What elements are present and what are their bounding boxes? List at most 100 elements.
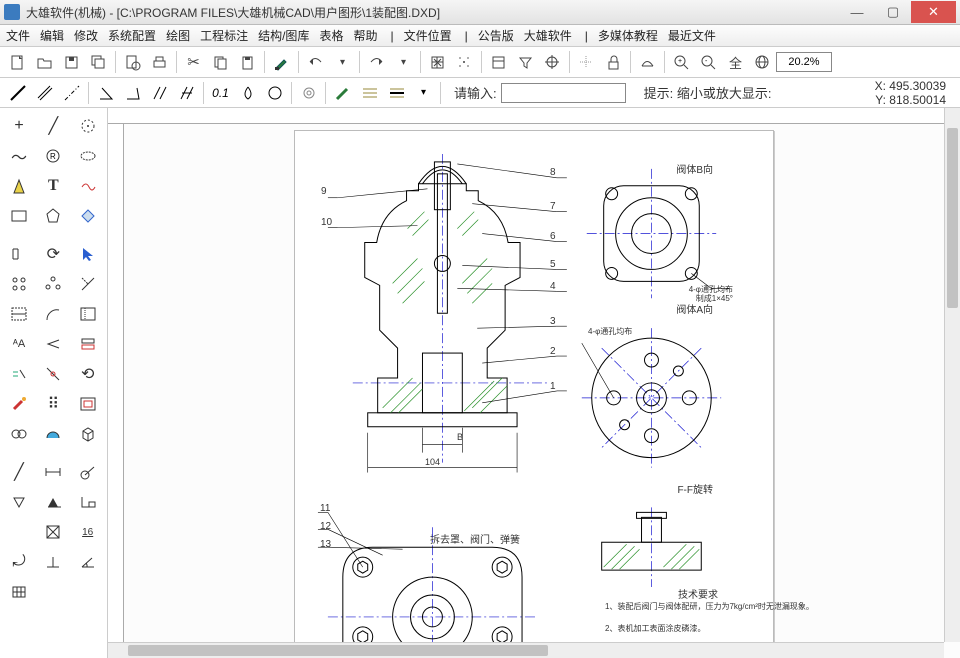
line-solid-icon[interactable] — [4, 80, 31, 106]
rect-icon[interactable] — [3, 202, 35, 230]
thickness-icon[interactable]: ▾ — [410, 80, 437, 106]
pointer-icon[interactable] — [72, 240, 104, 268]
dim-r-icon[interactable] — [72, 458, 104, 486]
refresh-icon[interactable]: ⟳ — [37, 240, 69, 268]
crosshair-icon[interactable] — [573, 49, 600, 75]
save-all-icon[interactable] — [85, 49, 112, 75]
angle-icon[interactable] — [92, 80, 119, 106]
maximize-button[interactable]: ▢ — [875, 1, 911, 23]
boundary-icon[interactable] — [72, 300, 104, 328]
layers-icon[interactable] — [485, 49, 512, 75]
circle-r-icon[interactable]: R — [37, 142, 69, 170]
measure-icon[interactable] — [634, 49, 661, 75]
dim-h-icon[interactable] — [37, 458, 69, 486]
line-w-icon[interactable]: ╱ — [3, 458, 35, 486]
menu-config[interactable]: 系统配置 — [108, 27, 156, 44]
canvas[interactable]: 阀体B向 阀体A向 F-F旋转 拆去罩、阀门、弹簧 技术要求 1、装配后阀门与阀… — [108, 108, 960, 658]
arc-icon[interactable] — [37, 300, 69, 328]
paste-icon[interactable] — [234, 49, 261, 75]
edge-icon[interactable] — [72, 270, 104, 298]
eq-line-icon[interactable] — [3, 360, 35, 388]
menu-dxsoft[interactable]: 大雄软件 — [524, 27, 572, 44]
rot-a-icon[interactable]: ᴬA — [3, 330, 35, 358]
route-icon[interactable] — [3, 300, 35, 328]
cube-icon[interactable] — [72, 420, 104, 448]
minimize-button[interactable]: — — [839, 1, 875, 23]
paint-icon[interactable] — [3, 390, 35, 418]
wave-icon[interactable]: 〜 — [3, 142, 35, 170]
star-select-icon[interactable] — [451, 49, 478, 75]
oval-01-icon[interactable]: 0.1 — [207, 80, 234, 106]
lock-icon[interactable] — [600, 49, 627, 75]
crossbox-icon[interactable] — [37, 518, 69, 546]
undo-step-icon[interactable]: ▾ — [329, 49, 356, 75]
close-button[interactable]: ✕ — [911, 1, 956, 23]
lines-center-icon[interactable] — [383, 80, 410, 106]
redo-icon[interactable] — [363, 49, 390, 75]
parallel-b-icon[interactable] — [173, 80, 200, 106]
lines-3-icon[interactable] — [356, 80, 383, 106]
menu-draw[interactable]: 绘图 — [166, 27, 190, 44]
l-box-icon[interactable] — [72, 488, 104, 516]
undo-icon[interactable] — [302, 49, 329, 75]
tri-dn-icon[interactable] — [3, 488, 35, 516]
rotate-icon[interactable]: ⤾ — [3, 548, 35, 576]
text-icon[interactable]: T — [37, 172, 69, 200]
diamond-icon[interactable] — [72, 202, 104, 230]
print-preview-icon[interactable] — [119, 49, 146, 75]
gear-icon[interactable] — [295, 80, 322, 106]
zoom-all-icon[interactable]: 全 — [722, 49, 749, 75]
menu-modify[interactable]: 修改 — [74, 27, 98, 44]
angle-r-icon[interactable] — [119, 80, 146, 106]
menu-struct[interactable]: 结构/图库 — [258, 27, 309, 44]
zoom-in-icon[interactable]: + — [668, 49, 695, 75]
redo-step-icon[interactable]: ▾ — [390, 49, 417, 75]
dual-circ-icon[interactable] — [3, 420, 35, 448]
dot-circ-icon[interactable] — [72, 112, 104, 140]
scrollbar-horizontal[interactable] — [108, 642, 944, 658]
cut-node-icon[interactable] — [37, 360, 69, 388]
menu-board[interactable]: 公告版 — [478, 27, 514, 44]
tri-up-icon[interactable] — [37, 488, 69, 516]
print-icon[interactable] — [146, 49, 173, 75]
open-file-icon[interactable] — [31, 49, 58, 75]
sketch-icon[interactable] — [72, 172, 104, 200]
circle-icon[interactable] — [261, 80, 288, 106]
color-a-icon[interactable] — [3, 172, 35, 200]
angle-arc-icon[interactable] — [72, 548, 104, 576]
brush2-icon[interactable] — [329, 80, 356, 106]
mirror-icon[interactable] — [3, 240, 35, 268]
half-circ-icon[interactable] — [37, 420, 69, 448]
hex16-icon[interactable]: 16 — [72, 518, 104, 546]
scrollbar-vertical[interactable] — [944, 108, 960, 642]
cut-icon[interactable]: ✂ — [180, 49, 207, 75]
drop-icon[interactable] — [234, 80, 261, 106]
stack-icon[interactable] — [72, 330, 104, 358]
brush-icon[interactable] — [268, 49, 295, 75]
menu-table[interactable]: 表格 — [319, 27, 343, 44]
dots-b-icon[interactable] — [37, 270, 69, 298]
line-icon[interactable]: ╱ — [37, 112, 69, 140]
new-file-icon[interactable] — [4, 49, 31, 75]
ellipse-d-icon[interactable] — [72, 142, 104, 170]
grid-icon[interactable] — [424, 49, 451, 75]
save-icon[interactable] — [58, 49, 85, 75]
target-icon[interactable] — [539, 49, 566, 75]
dots-a-icon[interactable] — [3, 270, 35, 298]
menu-file[interactable]: 文件 — [6, 27, 30, 44]
menu-media[interactable]: 多媒体教程 — [598, 27, 658, 44]
zoom-out-icon[interactable]: - — [695, 49, 722, 75]
command-input[interactable] — [501, 83, 626, 103]
dim-perp-icon[interactable] — [37, 548, 69, 576]
plus-icon[interactable]: + — [3, 112, 35, 140]
filter-icon[interactable] — [512, 49, 539, 75]
back-icon[interactable] — [37, 330, 69, 358]
line-parallel-icon[interactable] — [31, 80, 58, 106]
globe-icon[interactable] — [749, 49, 776, 75]
poly-icon[interactable] — [37, 202, 69, 230]
grid-b-icon[interactable] — [3, 578, 35, 606]
copy-icon[interactable] — [207, 49, 234, 75]
menu-filepos[interactable]: 文件位置 — [404, 27, 452, 44]
rot-sym-icon[interactable]: ⟲ — [72, 360, 104, 388]
menu-edit[interactable]: 编辑 — [40, 27, 64, 44]
